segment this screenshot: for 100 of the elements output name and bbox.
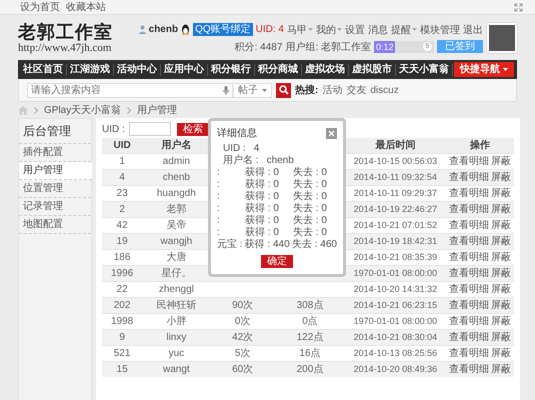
row-action-link[interactable]: 查看明细 xyxy=(448,252,489,263)
row-action-link[interactable]: 查看明细 xyxy=(448,188,489,199)
table-cell: 1996 xyxy=(110,268,134,279)
user-menu-link[interactable]: 我的 xyxy=(316,22,336,36)
row-action-link[interactable]: 屏蔽 xyxy=(490,300,511,311)
top-link[interactable]: 设为首页 xyxy=(20,0,60,14)
nav-item[interactable]: 虚拟股市 xyxy=(349,64,396,76)
row-action-link[interactable]: 查看明细 xyxy=(448,236,489,247)
row-action-link[interactable]: 查看明细 xyxy=(448,316,489,327)
uid-input[interactable] xyxy=(128,122,171,136)
column-header: 操作 xyxy=(470,140,490,151)
user-menu-link[interactable]: 马甲 xyxy=(287,22,307,36)
row-action-link[interactable]: 查看明细 xyxy=(448,268,489,279)
caret-icon xyxy=(262,88,267,92)
caret-icon[interactable] xyxy=(337,28,342,31)
row-action-link[interactable]: 屏蔽 xyxy=(490,364,511,375)
table-cell: 1970-01-01 08:00:00 xyxy=(354,316,438,326)
breadcrumb-link[interactable]: 用户管理 xyxy=(137,103,178,117)
row-action-link[interactable]: 屏蔽 xyxy=(490,316,511,327)
table-cell: 0点 xyxy=(302,316,318,327)
row-action-link[interactable]: 屏蔽 xyxy=(490,268,511,279)
row-action-link[interactable]: 屏蔽 xyxy=(490,348,511,359)
search-uid-button[interactable]: 检索 xyxy=(176,122,209,136)
points-link[interactable]: 积分: 4487 xyxy=(234,40,282,54)
record-label: : xyxy=(217,167,221,179)
row-action-link[interactable]: 屏蔽 xyxy=(490,332,511,343)
user-menu-link[interactable]: 模块管理 xyxy=(420,22,460,36)
row-action-link[interactable]: 查看明细 xyxy=(448,172,489,183)
username-link[interactable]: chenb xyxy=(148,24,178,35)
nav-item[interactable]: 天天小富翁 xyxy=(396,64,453,76)
microphone-icon[interactable] xyxy=(223,86,229,94)
user-menu-link[interactable]: 退出 xyxy=(463,22,483,36)
row-action-link[interactable]: 屏蔽 xyxy=(490,284,511,295)
nav-item[interactable]: 虚拟农场 xyxy=(302,64,349,76)
gain-value: 获得 : 0 xyxy=(245,203,280,214)
row-action-link[interactable]: 查看明细 xyxy=(448,300,489,311)
caret-icon[interactable] xyxy=(308,28,313,31)
row-action-link[interactable]: 屏蔽 xyxy=(490,220,511,231)
nav-item[interactable]: 活动中心 xyxy=(114,64,161,76)
sidebar-item[interactable]: 地图配置 xyxy=(19,216,91,234)
user-menu-link[interactable]: 提醒 xyxy=(391,22,411,36)
search-scope-dropdown[interactable]: 帖子 xyxy=(233,82,272,98)
table-cell: 186 xyxy=(114,252,130,263)
user-menu-link[interactable]: 设置 xyxy=(345,22,365,36)
row-action-link[interactable]: 查看明细 xyxy=(448,364,489,375)
row-action-link[interactable]: 查看明细 xyxy=(448,348,489,359)
row-action-link[interactable]: 查看明细 xyxy=(448,284,489,295)
table-cell: 5次 xyxy=(234,348,250,359)
quick-nav-button[interactable]: 快捷导航 xyxy=(454,62,514,77)
sidebar-item[interactable]: 位置管理 xyxy=(19,180,91,198)
home-icon[interactable] xyxy=(18,106,28,114)
expand-icon[interactable] xyxy=(514,2,523,12)
table-cell: 2014-10-19 22:46:27 xyxy=(354,204,438,214)
nav-item[interactable]: 社区首页 xyxy=(20,64,67,76)
user-group-link[interactable]: 用户组: 老郭工作室 xyxy=(285,40,371,54)
logo-title: 老郭工作室 xyxy=(18,22,113,42)
table-cell: 2014-10-21 08:30:04 xyxy=(354,332,438,342)
row-action-link[interactable]: 屏蔽 xyxy=(490,172,511,183)
nav-item[interactable]: 应用中心 xyxy=(161,64,208,76)
sidebar-item[interactable]: 用户管理 xyxy=(19,162,92,180)
table-cell: 2014-10-20 14:31:32 xyxy=(354,284,438,294)
nav-item[interactable]: 积分银行 xyxy=(208,64,255,76)
qq-bind-button[interactable]: QQ账号绑定 xyxy=(193,23,253,36)
table-cell: 202 xyxy=(114,300,130,311)
confirm-button[interactable]: 确定 xyxy=(261,255,293,268)
hot-search-link[interactable]: 活动 xyxy=(322,83,342,97)
hot-search-link[interactable]: discuz xyxy=(370,84,399,96)
caret-icon[interactable] xyxy=(412,28,417,31)
table-cell: 0次 xyxy=(234,316,250,327)
gain-value: 获得 : 0 xyxy=(245,167,280,178)
row-action-link[interactable]: 查看明细 xyxy=(448,156,489,167)
row-action-link[interactable]: 屏蔽 xyxy=(490,156,511,167)
user-menu-link[interactable]: 消息 xyxy=(368,22,388,36)
table-cell: 521 xyxy=(114,348,130,359)
row-action-link[interactable]: 屏蔽 xyxy=(490,236,511,247)
row-action-link[interactable]: 查看明细 xyxy=(448,204,489,215)
close-button[interactable] xyxy=(326,128,337,138)
nav-item[interactable]: 积分商城 xyxy=(255,64,302,76)
table-cell: 60次 xyxy=(232,364,254,375)
record-label: : xyxy=(217,179,221,191)
loss-value: 失去 : 0 xyxy=(293,203,327,214)
row-action-link[interactable]: 查看明细 xyxy=(448,332,489,343)
row-action-link[interactable]: 屏蔽 xyxy=(490,188,511,199)
hot-search-label: 热搜: xyxy=(295,84,318,97)
search-field[interactable]: 请输入搜索内容 xyxy=(27,82,233,98)
table-cell: yuc xyxy=(168,348,184,359)
avatar-photo-placeholder[interactable] xyxy=(487,23,517,53)
uid-label: UID : xyxy=(102,124,125,134)
sidebar-item[interactable]: 记录管理 xyxy=(19,198,91,216)
search-button[interactable] xyxy=(276,82,291,98)
record-label: : xyxy=(217,191,221,203)
breadcrumb-link[interactable]: GPlay天天小富翁 xyxy=(44,103,122,117)
table-cell: 1998 xyxy=(110,316,134,327)
nav-item[interactable]: 江湖游戏 xyxy=(67,64,114,76)
row-action-link[interactable]: 屏蔽 xyxy=(490,204,511,215)
table-cell: 122点 xyxy=(296,332,324,343)
row-action-link[interactable]: 屏蔽 xyxy=(490,252,511,263)
row-action-link[interactable]: 查看明细 xyxy=(448,220,489,231)
top-link[interactable]: 收藏本站 xyxy=(66,0,106,14)
hot-search-link[interactable]: 交友 xyxy=(346,83,366,97)
